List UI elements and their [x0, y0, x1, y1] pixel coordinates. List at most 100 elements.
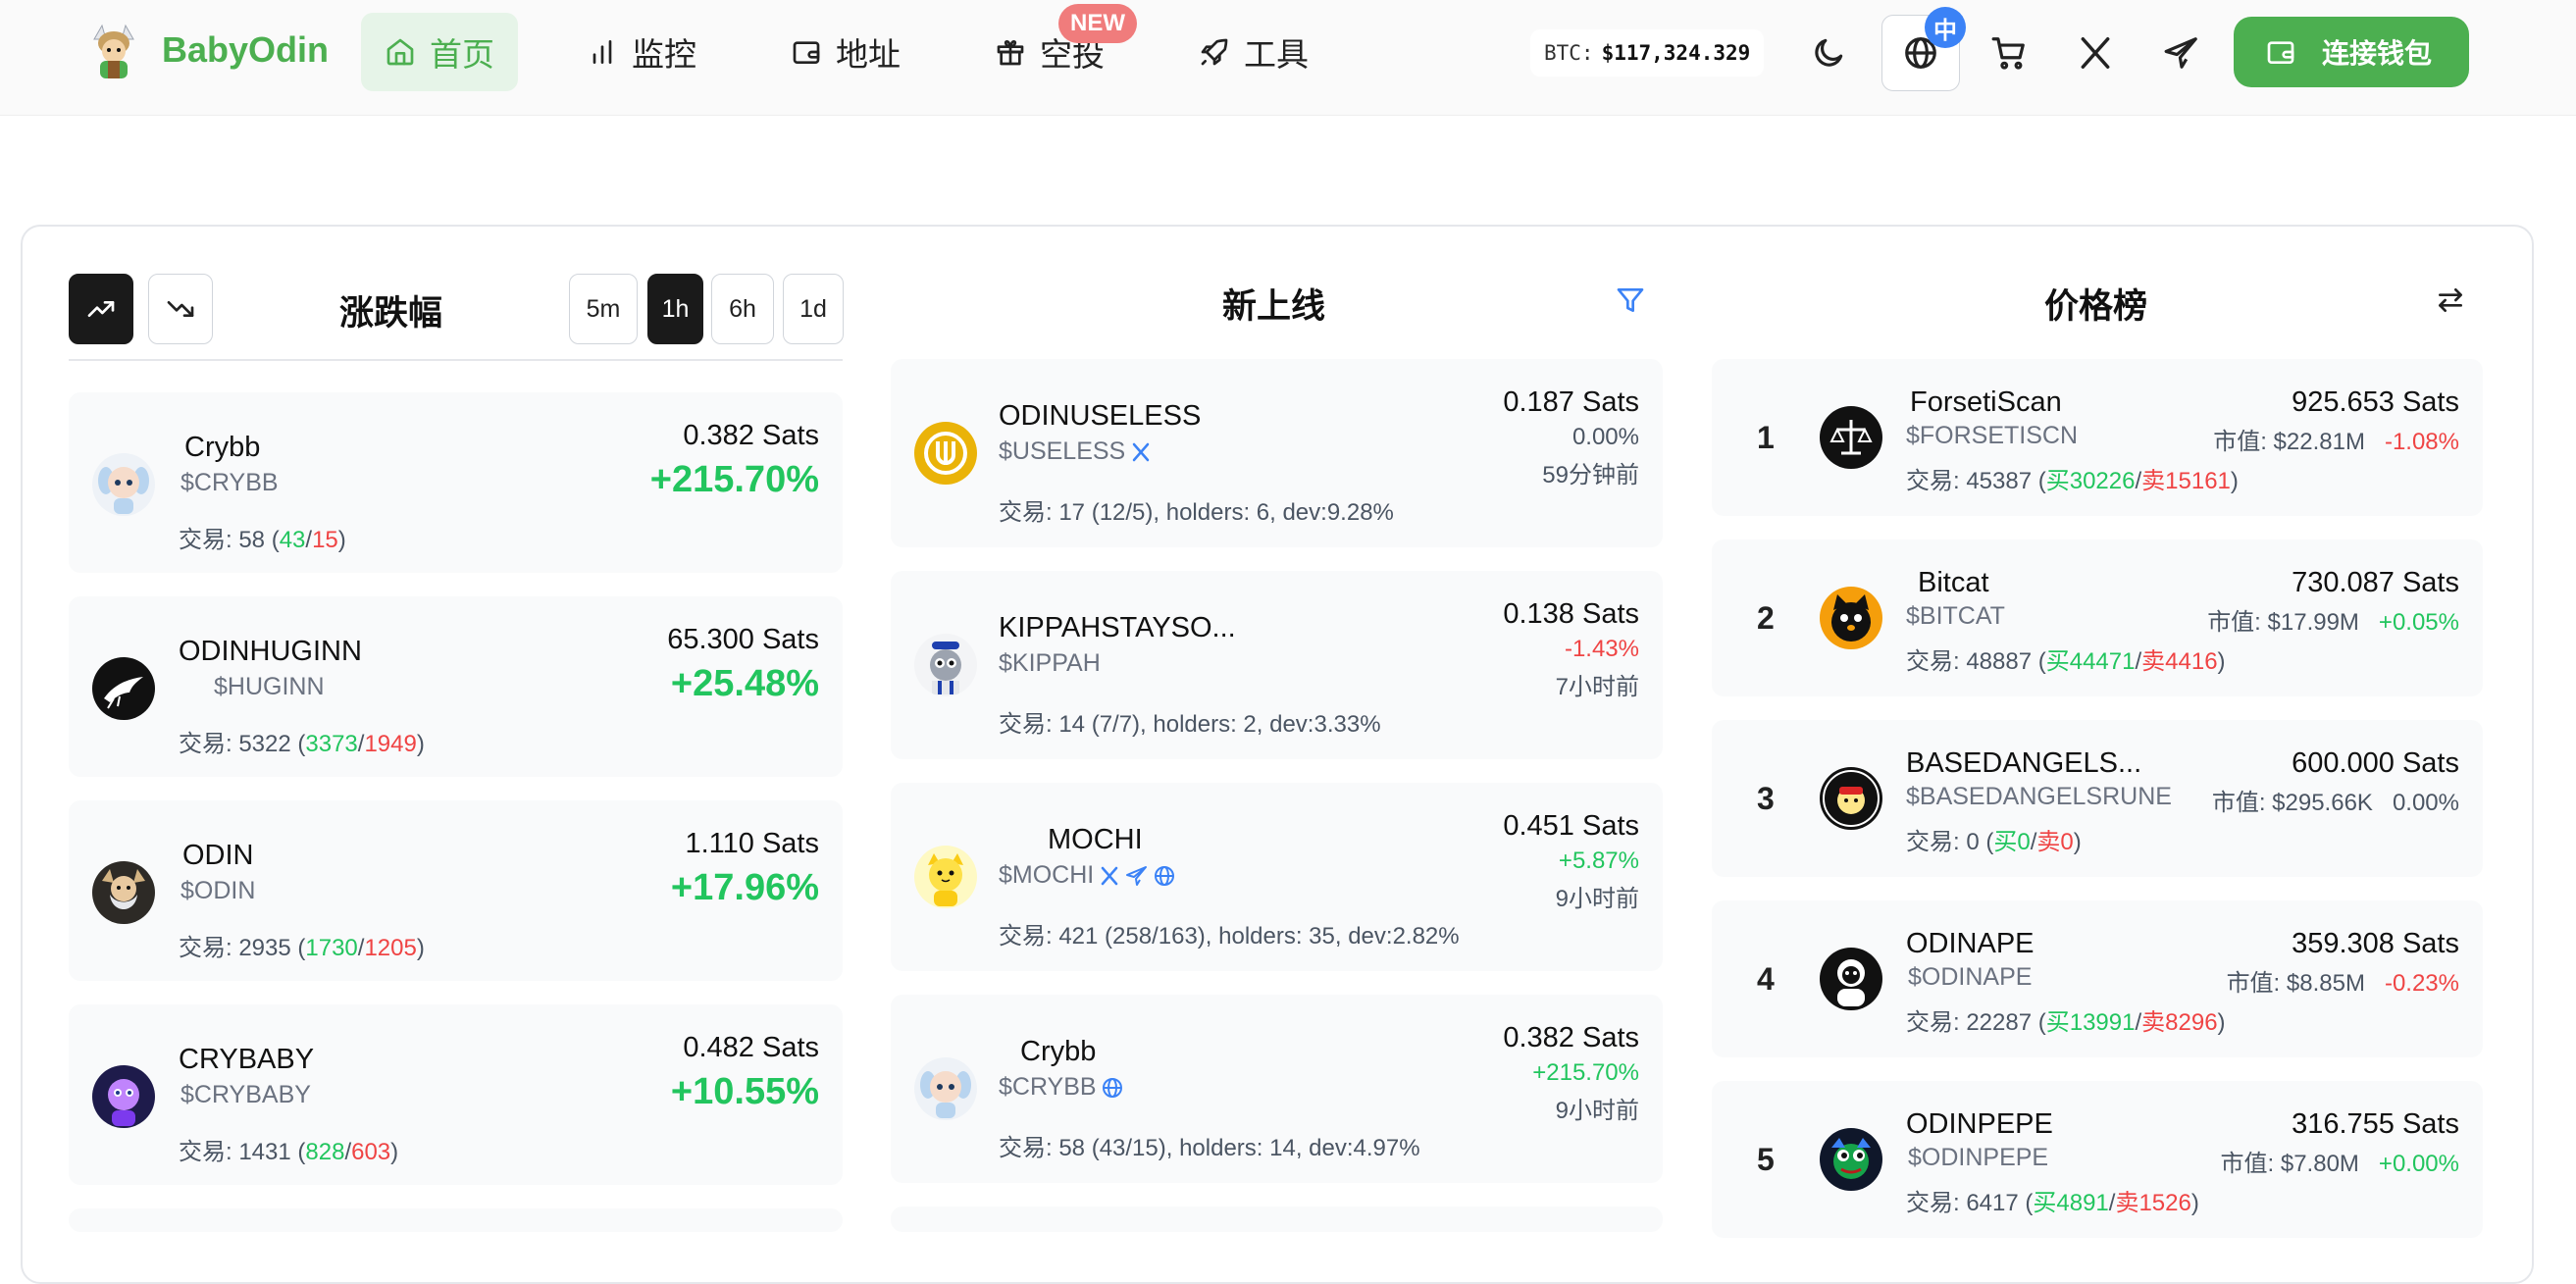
token-stats: 交易: 58 (43/15), holders: 14, dev:4.97% [999, 1135, 1420, 1161]
useless-avatar-icon [914, 422, 977, 485]
nav-tools-label: 工具 [1244, 36, 1309, 73]
rank-card[interactable]: 1 ForsetiScan $FORSETISCN 925.653 Sats 市… [1712, 359, 2483, 516]
basedangels-avatar-icon [1820, 767, 1882, 830]
filter-icon [1617, 288, 1644, 312]
new-listing-card[interactable]: ODINUSELESS $USELESS 0.187 Sats 0.00% 59… [891, 359, 1663, 547]
listed-ago: 9小时前 [1555, 886, 1639, 912]
rank-card[interactable]: 3 BASEDANGELS... $BASEDANGELSRUNE 600.00… [1712, 720, 2483, 877]
x-twitter-icon[interactable] [1098, 864, 1121, 888]
logo-icon[interactable] [88, 22, 139, 82]
token-name: Bitcat [1918, 567, 1989, 598]
token-stats: 交易: 421 (258/163), holders: 35, dev:2.82… [999, 923, 1460, 950]
rank-card[interactable]: 4 ODINAPE $ODINAPE 359.308 Sats 市值: $8.8… [1712, 900, 2483, 1057]
token-name: ODINAPE [1906, 928, 2035, 959]
x-twitter-button[interactable] [2074, 31, 2117, 75]
btc-value: $117,324.329 [1601, 41, 1751, 65]
nav-monitor[interactable]: 监控 [587, 13, 696, 91]
odinpepe-avatar-icon [1820, 1128, 1882, 1191]
token-change: -1.43% [1564, 636, 1639, 662]
rank-number: 2 [1757, 600, 1775, 636]
rank-card[interactable]: 2 Bitcat $BITCAT 730.087 Sats 市值: $17.99… [1712, 539, 2483, 696]
token-change: 0.00% [1571, 424, 1639, 450]
token-price: 1.110 Sats [685, 828, 819, 859]
timeframe-6h[interactable]: 6h [711, 274, 774, 344]
trend-down-button[interactable] [148, 274, 213, 344]
trend-up-button[interactable] [69, 274, 133, 344]
btc-label: BTC: [1544, 41, 1594, 65]
token-price: 0.187 Sats [1503, 386, 1639, 418]
new-listings-title: 新上线 [1222, 287, 1326, 326]
token-symbol: $ODINAPE [1908, 963, 2033, 991]
globe-icon[interactable] [1101, 1076, 1124, 1100]
telegram-button[interactable] [2160, 31, 2203, 75]
gainers-title: 涨跌幅 [339, 294, 443, 333]
token-symbol-row: $CRYBB [999, 1073, 1124, 1102]
crybb-avatar-icon [92, 453, 155, 516]
timeframe-5m[interactable]: 5m [569, 274, 638, 344]
token-price: 0.482 Sats [683, 1032, 819, 1063]
token-trades: 交易: 5322 (3373/1949) [179, 731, 425, 757]
timeframe-1d[interactable]: 1d [783, 274, 844, 344]
gainer-card[interactable] [69, 1208, 843, 1232]
listed-ago: 9小时前 [1555, 1098, 1639, 1124]
nav-monitor-label: 监控 [632, 36, 696, 73]
x-twitter-icon[interactable] [1129, 440, 1153, 464]
trending-down-icon [167, 301, 194, 317]
new-listing-card[interactable]: Crybb $CRYBB 0.382 Sats +215.70% 9小时前 交易… [891, 995, 1663, 1183]
telegram-icon[interactable] [1125, 864, 1149, 888]
home-icon [386, 38, 414, 66]
nav-home[interactable]: 首页 [361, 13, 518, 91]
timeframe-1h[interactable]: 1h [647, 274, 703, 344]
token-name: ODINPEPE [1906, 1108, 2053, 1140]
token-symbol: $ODIN [180, 877, 256, 904]
price-rank-title: 价格榜 [2044, 287, 2148, 326]
gainer-card[interactable]: ODIN $ODIN 1.110 Sats +17.96% 交易: 2935 (… [69, 800, 843, 981]
sort-toggle-button[interactable] [2433, 282, 2468, 318]
globe-icon[interactable] [1153, 864, 1176, 888]
new-listing-card[interactable]: MOCHI $MOCHI 0.451 Sats +5.87% 9小时前 交易: … [891, 783, 1663, 971]
gainers-divider [69, 359, 843, 361]
rank-number: 3 [1757, 781, 1775, 816]
token-trades: 交易: 6417 (买4891/卖1526) [1906, 1190, 2199, 1216]
nav-tools[interactable]: 工具 [1199, 13, 1309, 91]
brand-name[interactable]: BabyOdin [162, 29, 329, 71]
bitcat-avatar-icon [1820, 587, 1882, 649]
token-symbol: $CRYBB [180, 469, 279, 496]
token-trades: 交易: 22287 (买13991/卖8296) [1906, 1009, 2226, 1036]
token-symbol: $BASEDANGELSRUNE [1906, 783, 2172, 810]
token-price: 359.308 Sats [2292, 928, 2459, 959]
new-listing-card[interactable]: KIPPAHSTAYSO... $KIPPAH 0.138 Sats -1.43… [891, 571, 1663, 759]
cart-button[interactable] [1987, 31, 2031, 75]
token-price: 0.138 Sats [1503, 598, 1639, 630]
token-name: MOCHI [1048, 824, 1143, 855]
gainer-card[interactable]: ODINHUGINN $HUGINN 65.300 Sats +25.48% 交… [69, 596, 843, 777]
listed-ago: 59分钟前 [1542, 462, 1639, 488]
market-cap-row: 市值: $7.80M +0.00% [2220, 1151, 2459, 1177]
wallet-icon [2267, 41, 2294, 64]
odinape-avatar-icon [1820, 948, 1882, 1010]
gainer-card[interactable]: CRYBABY $CRYBABY 0.482 Sats +10.55% 交易: … [69, 1004, 843, 1185]
theme-toggle-button[interactable] [1807, 33, 1850, 73]
rocket-icon [1201, 38, 1228, 66]
swap-arrows-icon [2439, 288, 2462, 312]
mochi-avatar-icon [914, 846, 977, 908]
bar-chart-icon [592, 40, 612, 64]
new-listing-card[interactable] [891, 1207, 1663, 1232]
gainer-card[interactable]: Crybb $CRYBB 0.382 Sats +215.70% 交易: 58 … [69, 392, 843, 573]
token-symbol: $FORSETISCN [1906, 422, 2079, 449]
token-price: 0.451 Sats [1503, 810, 1639, 842]
filter-button[interactable] [1613, 282, 1648, 318]
cart-icon [1991, 37, 2025, 70]
token-price: 316.755 Sats [2292, 1108, 2459, 1140]
trending-up-icon [87, 301, 115, 317]
forseti-avatar-icon [1820, 406, 1882, 469]
top-header: BabyOdin 首页 监控 地址 空投 NEW 工具 BTC: $117,32… [0, 0, 2576, 116]
rank-card[interactable]: 5 ODINPEPE $ODINPEPE 316.755 Sats 市值: $7… [1712, 1081, 2483, 1238]
connect-wallet-button[interactable]: 连接钱包 [2234, 17, 2469, 87]
token-symbol: $CRYBABY [180, 1081, 311, 1108]
market-cap-row: 市值: $8.85M -0.23% [2226, 970, 2459, 997]
nav-address[interactable]: 地址 [791, 13, 901, 91]
token-symbol: $ODINPEPE [1908, 1144, 2049, 1171]
token-price: 600.000 Sats [2292, 747, 2459, 779]
token-price: 0.382 Sats [683, 420, 819, 451]
